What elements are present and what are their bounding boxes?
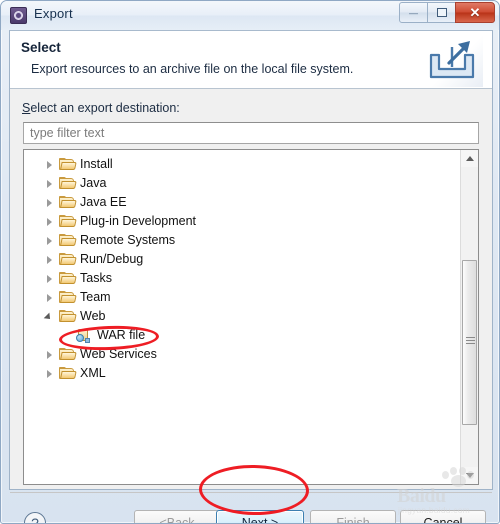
page-description: Export resources to an archive file on t… (31, 62, 354, 76)
close-icon: ✕ (469, 5, 481, 20)
finish-mnemonic: F (336, 516, 344, 524)
tree-item[interactable]: Plug-in Development (24, 212, 460, 231)
tree-item[interactable]: Java (24, 174, 460, 193)
wizard-header: Select Export resources to an archive fi… (10, 31, 492, 89)
tree-item-label: Plug-in Development (80, 214, 197, 228)
title-bar: Export — ✕ (1, 1, 499, 30)
collapsed-arrow-icon[interactable] (42, 288, 56, 307)
folder-icon (59, 253, 77, 266)
folder-icon (59, 196, 77, 209)
folder-icon (59, 291, 77, 304)
scrollbar-thumb[interactable] (462, 260, 477, 425)
finish-button[interactable]: Finish (310, 510, 396, 524)
tree-item[interactable]: Install (24, 155, 460, 174)
export-wizard-window: Export — ✕ Select Export resources to an… (0, 0, 500, 524)
collapsed-arrow-icon[interactable] (42, 155, 56, 174)
war-file-icon (76, 328, 91, 343)
tree-item[interactable]: Web (24, 307, 460, 326)
next-button[interactable]: Next > (216, 510, 304, 524)
tree-item-label: Java EE (80, 195, 127, 209)
collapsed-arrow-icon[interactable] (42, 364, 56, 383)
maximize-icon (428, 3, 455, 22)
wizard-content: Select an export destination: type filte… (10, 89, 492, 523)
filter-placeholder: type filter text (30, 126, 105, 140)
tree-item-label: Tasks (80, 271, 112, 285)
tree-item[interactable]: Tasks (24, 269, 460, 288)
collapsed-arrow-icon[interactable] (42, 174, 56, 193)
page-title: Select (21, 40, 61, 55)
collapsed-arrow-icon[interactable] (42, 193, 56, 212)
tree-item[interactable]: Remote Systems (24, 231, 460, 250)
folder-icon (59, 234, 77, 247)
folder-icon (59, 348, 77, 361)
destination-label-text: elect an export destination: (30, 101, 180, 115)
help-icon[interactable]: ? (24, 512, 46, 524)
tree-item[interactable]: Team (24, 288, 460, 307)
collapsed-arrow-icon[interactable] (42, 231, 56, 250)
cancel-mnemonic: C (423, 516, 433, 524)
cancel-suffix: ancel (432, 516, 463, 524)
scroll-up-icon[interactable] (461, 150, 478, 167)
collapsed-arrow-icon[interactable] (42, 250, 56, 269)
export-wizard-icon (10, 7, 27, 24)
help-glyph: ? (31, 515, 39, 524)
tree-item[interactable]: Run/Debug (24, 250, 460, 269)
collapsed-arrow-icon[interactable] (42, 269, 56, 288)
tree-item-label: Run/Debug (80, 252, 144, 266)
back-suffix: ack (175, 516, 195, 524)
minimize-button[interactable]: — (399, 2, 428, 23)
tree-item[interactable]: Java EE (24, 193, 460, 212)
filter-input[interactable]: type filter text (23, 122, 479, 144)
expanded-arrow-icon[interactable] (42, 307, 56, 326)
tree-item[interactable]: WAR file (24, 326, 460, 345)
window-title: Export (34, 6, 73, 21)
folder-icon (59, 177, 77, 190)
tree-item-label: Java (80, 176, 107, 190)
minimize-icon: — (409, 8, 418, 18)
destination-label: Select an export destination: (22, 101, 180, 115)
cancel-button[interactable]: Cancel (400, 510, 486, 524)
finish-suffix: inish (343, 516, 370, 524)
maximize-button[interactable] (427, 2, 456, 23)
export-arrow-icon (421, 33, 483, 87)
tree-item-label: WAR file (97, 328, 146, 342)
scrollbar-grip-icon (466, 337, 475, 346)
folder-icon (59, 310, 77, 323)
tree-item-label: Install (80, 157, 113, 171)
tree-item[interactable]: Web Services (24, 345, 460, 364)
tree-item-label: Web Services (80, 347, 157, 361)
tree-item-label: Web (80, 309, 106, 323)
tree-item-label: XML (80, 366, 106, 380)
dialog-body: Select Export resources to an archive fi… (9, 30, 493, 523)
tree-item[interactable]: XML (24, 364, 460, 383)
tree-list: Install Java Java EE Plug-in Development Rem… (24, 150, 460, 484)
close-button[interactable]: ✕ (455, 2, 495, 23)
export-destination-tree[interactable]: Install Java Java EE Plug-in Development Rem… (23, 149, 479, 485)
back-mnemonic: B (166, 516, 176, 524)
folder-icon (59, 215, 77, 228)
folder-icon (59, 367, 77, 380)
next-mnemonic: N (241, 516, 251, 524)
back-button[interactable]: < Back (134, 510, 220, 524)
folder-icon (59, 272, 77, 285)
tree-vertical-scrollbar[interactable] (460, 150, 478, 484)
next-suffix: ext > (250, 516, 279, 524)
scroll-down-icon[interactable] (461, 467, 478, 484)
collapsed-arrow-icon[interactable] (42, 212, 56, 231)
tree-item-label: Remote Systems (80, 233, 176, 247)
folder-icon (59, 158, 77, 171)
tree-item-label: Team (80, 290, 111, 304)
collapsed-arrow-icon[interactable] (42, 345, 56, 364)
back-prefix: < (159, 516, 167, 524)
button-bar-separator (10, 492, 492, 493)
